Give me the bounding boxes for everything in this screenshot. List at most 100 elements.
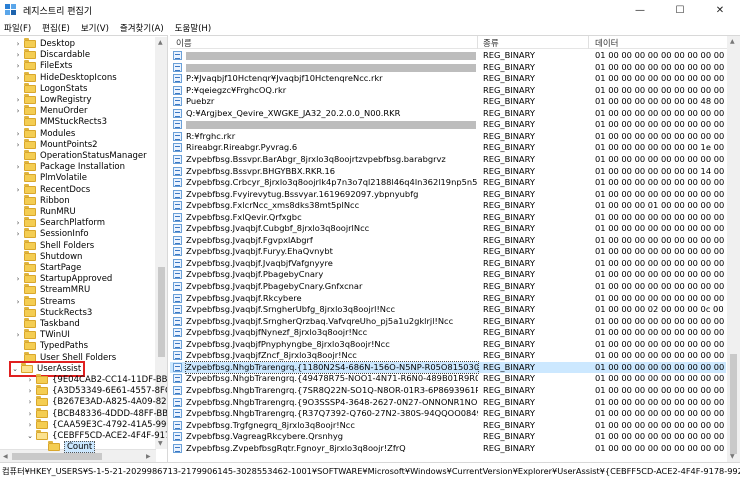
value-row[interactable]: Zvpebfbsg.Jvaqbjf.PbagebyCnary REG_BINARY… bbox=[170, 269, 726, 281]
value-row[interactable]: Zvpebfbsg.Fvyirevytug.Bssvyar.1619692097… bbox=[170, 189, 726, 201]
tree-item[interactable]: › {A3D53349-6E61-4557-8FC7- bbox=[26, 385, 167, 397]
tree-item[interactable]: › Discardable bbox=[14, 49, 90, 61]
menu-help[interactable]: 도움말(H) bbox=[175, 22, 211, 34]
chevron-right-icon[interactable]: › bbox=[14, 141, 22, 149]
tree-item[interactable]: › FileExts bbox=[14, 60, 72, 72]
chevron-right-icon[interactable]: › bbox=[14, 62, 22, 70]
value-row[interactable]: Zvpebfbsg.JvaqbjfNynezf_8jrxlo3q8oojr!Nc… bbox=[170, 327, 726, 339]
value-row[interactable]: Zvpebfbsg.Crbcyr_8jrxlo3q8oojrlk4p7n3o7q… bbox=[170, 177, 726, 189]
chevron-down-icon[interactable]: ⌄ bbox=[11, 365, 19, 373]
value-row[interactable]: Zvpebfbsg.NhgbTrarengrq.{9O3SSSP4-3648-2… bbox=[170, 397, 726, 409]
tree-item[interactable]: StartPage bbox=[14, 262, 81, 274]
tree-item[interactable]: › StartupApproved bbox=[14, 273, 112, 285]
tree-item[interactable]: User Shell Folders bbox=[14, 351, 116, 364]
scroll-left-arrow-icon[interactable]: ◀ bbox=[3, 453, 8, 460]
registry-key-tree[interactable]: ▲ ▼ ◀ ▶ › Desktop › Discardable › FileExts › Hi… bbox=[0, 35, 168, 462]
tree-item[interactable]: Taskband bbox=[14, 318, 80, 330]
value-row[interactable]: Zvpebfbsg.FxlcrNcc_xms8dks38mt5plNcc REG_… bbox=[170, 200, 726, 212]
chevron-down-icon[interactable]: ⌄ bbox=[26, 432, 34, 440]
column-type-header[interactable]: 종류 bbox=[483, 37, 499, 49]
chevron-right-icon[interactable]: › bbox=[14, 40, 22, 48]
value-row[interactable]: Rireabgr.Rireabgr.Pyvrag.6 REG_BINARY 01 0… bbox=[170, 142, 726, 154]
chevron-right-icon[interactable]: › bbox=[14, 186, 22, 194]
value-row[interactable]: Zvpebfbsg.NhgbTrarengrq.{49478R75-NOO1-4… bbox=[170, 373, 726, 385]
tree-item[interactable]: › SearchPlatform bbox=[14, 217, 105, 229]
minimize-button[interactable]: — bbox=[620, 0, 660, 20]
chevron-right-icon[interactable]: › bbox=[14, 163, 22, 171]
tree-item[interactable]: › MountPoints2 bbox=[14, 138, 98, 151]
list-scroll-thumb[interactable] bbox=[730, 354, 737, 454]
value-row[interactable]: Zvpebfbsg.Jvaqbjf.SrngherQrzbaq.VafvqreU… bbox=[170, 316, 726, 328]
chevron-right-icon[interactable]: › bbox=[14, 275, 22, 283]
menu-file[interactable]: 파일(F) bbox=[4, 22, 31, 34]
value-row[interactable]: Zvpebfbsg.FxlQevir.Qrfxgbc REG_BINARY 01 0… bbox=[170, 212, 726, 224]
value-row[interactable]: P:¥qeiegzc¥FrghcOQ.rkr REG_BINARY 01 00 00… bbox=[170, 85, 726, 97]
value-row[interactable]: Puebzr REG_BINARY 01 00 00 00 00 00 00 00 … bbox=[170, 96, 726, 108]
tree-item[interactable]: StreamMRU bbox=[14, 284, 90, 296]
value-row[interactable]: Zvpebfbsg.ZvpebfbsgRqtr.Fgnoyr_8jrxlo3q8… bbox=[170, 443, 726, 455]
tree-item[interactable]: PlmVolatile bbox=[14, 172, 87, 184]
tree-item[interactable]: › LowRegistry bbox=[14, 94, 92, 106]
list-vertical-scrollbar[interactable]: ▲ ▼ bbox=[727, 36, 740, 462]
value-row[interactable]: Zvpebfbsg.Bssvpr.BarAbgr_8jrxlo3q8oojrtz… bbox=[170, 154, 726, 166]
tree-item[interactable]: Shell Folders bbox=[14, 239, 94, 252]
chevron-right-icon[interactable]: › bbox=[26, 421, 34, 429]
tree-item[interactable]: › MenuOrder bbox=[14, 105, 88, 117]
registry-values-list[interactable]: 이름 종류 데이터 ▲ ▼ REG_BINARY 01 00 00 00 00 0… bbox=[170, 35, 740, 462]
tree-item[interactable]: ⌄ {CEBFF5CD-ACE2-4F4F-9178- bbox=[26, 430, 167, 442]
value-row[interactable]: Zvpebfbsg.Jvaqbjf.PbagebyCnary.Gnfxcnar R… bbox=[170, 281, 726, 293]
value-row[interactable]: Zvpebfbsg.Bssvpr.BHGYBBX.RKR.16 REG_BINAR… bbox=[170, 166, 726, 178]
value-row[interactable]: Zvpebfbsg.Jvaqbjf.Furyy.EhaQvnybt REG_BIN… bbox=[170, 246, 726, 258]
value-row[interactable]: Q:¥Argjbex_Qevire_XWGKE_JA32_20.2.0.0_N0… bbox=[170, 108, 726, 120]
tree-item[interactable]: › Streams bbox=[14, 295, 75, 308]
tree-item[interactable]: › {B267E3AD-A825-4A09-82B9- bbox=[26, 396, 167, 408]
menu-favorites[interactable]: 즐겨찾기(A) bbox=[120, 22, 164, 34]
tree-item[interactable]: › {CAA59E3C-4792-41A5-9909- bbox=[26, 418, 167, 431]
tree-item[interactable]: StuckRects3 bbox=[14, 306, 92, 319]
tree-item[interactable]: › Desktop bbox=[14, 38, 75, 50]
value-row[interactable]: Zvpebfbsg.Jvaqbjf.JvaqbjfVafgnyyre REG_BI… bbox=[170, 258, 726, 270]
tree-item[interactable]: MMStuckRects3 bbox=[14, 116, 107, 128]
tree-item[interactable]: › HideDesktopIcons bbox=[14, 71, 117, 84]
tree-item[interactable]: › SessionInfo bbox=[14, 228, 89, 240]
tree-item[interactable]: › Modules bbox=[14, 127, 75, 140]
chevron-right-icon[interactable]: › bbox=[26, 387, 34, 395]
tree-item[interactable]: OperationStatusManager bbox=[14, 150, 147, 162]
chevron-right-icon[interactable]: › bbox=[14, 219, 22, 227]
value-row[interactable]: Zvpebfbsg.JvaqbjfZncf_8jrxlo3q8oojr!Ncc R… bbox=[170, 350, 726, 362]
tree-item[interactable]: › {BCB48336-4DDD-48FF-BB0B- bbox=[26, 407, 167, 420]
tree-hscroll-thumb[interactable] bbox=[12, 453, 102, 460]
value-row[interactable]: P:¥Jvaqbjf10Hctenqr¥Jvaqbjf10HctenqreNcc… bbox=[170, 73, 726, 85]
chevron-right-icon[interactable]: › bbox=[14, 230, 22, 238]
scroll-right-arrow-icon[interactable]: ▶ bbox=[146, 453, 151, 460]
value-row[interactable]: R:¥frghc.rkr REG_BINARY 01 00 00 00 00 00 … bbox=[170, 131, 726, 143]
scroll-up-arrow-icon[interactable]: ▲ bbox=[730, 38, 735, 45]
tree-item[interactable]: RunMRU bbox=[14, 206, 76, 218]
maximize-button[interactable]: ☐ bbox=[660, 0, 700, 20]
tree-item[interactable]: › RecentDocs bbox=[14, 183, 90, 196]
value-row[interactable]: Zvpebfbsg.NhgbTrarengrq.{7SR8Q22N-SO1Q-N… bbox=[170, 385, 726, 397]
chevron-right-icon[interactable]: › bbox=[14, 74, 22, 82]
close-button[interactable]: ✕ bbox=[700, 0, 740, 20]
tree-item[interactable]: ⌄ UserAssist bbox=[8, 360, 86, 377]
menu-edit[interactable]: 편집(E) bbox=[42, 22, 70, 34]
tree-item[interactable]: LogonStats bbox=[14, 82, 87, 95]
value-row[interactable]: Zvpebfbsg.Jvaqbjf.Rkcybere REG_BINARY 01 0… bbox=[170, 293, 726, 305]
value-row[interactable]: Zvpebfbsg.NhgbTrarengrq.{1180N2S4-686N-1… bbox=[170, 360, 726, 375]
chevron-right-icon[interactable]: › bbox=[26, 376, 34, 384]
value-row[interactable]: Zvpebfbsg.JvaqbjfPnyphyngbe_8jrxlo3q8ooj… bbox=[170, 339, 726, 351]
tree-item[interactable]: › Package Installation bbox=[14, 161, 125, 173]
tree-item[interactable]: Count bbox=[38, 441, 96, 454]
column-name-header[interactable]: 이름 bbox=[176, 37, 192, 49]
value-row[interactable]: Zvpebfbsg.Jvaqbjf.FgvpxlAbgrf REG_BINARY 0… bbox=[170, 235, 726, 247]
chevron-right-icon[interactable]: › bbox=[14, 51, 22, 59]
tree-scroll-thumb[interactable] bbox=[158, 267, 165, 357]
chevron-right-icon[interactable]: › bbox=[14, 298, 22, 306]
value-row[interactable]: Zvpebfbsg.Jvaqbjf.SrngherUbfg_8jrxlo3q8o… bbox=[170, 304, 726, 316]
menu-view[interactable]: 보기(V) bbox=[81, 22, 109, 34]
chevron-right-icon[interactable]: › bbox=[26, 410, 34, 418]
value-row[interactable]: Zvpebfbsg.Jvaqbjf.Cubgbf_8jrxlo3q8oojrlN… bbox=[170, 223, 726, 235]
chevron-right-icon[interactable]: › bbox=[14, 107, 22, 115]
chevron-right-icon[interactable]: › bbox=[14, 331, 22, 339]
value-row[interactable]: Zvpebfbsg.NhgbTrarengrq.{R37Q7392-Q760-2… bbox=[170, 408, 726, 420]
